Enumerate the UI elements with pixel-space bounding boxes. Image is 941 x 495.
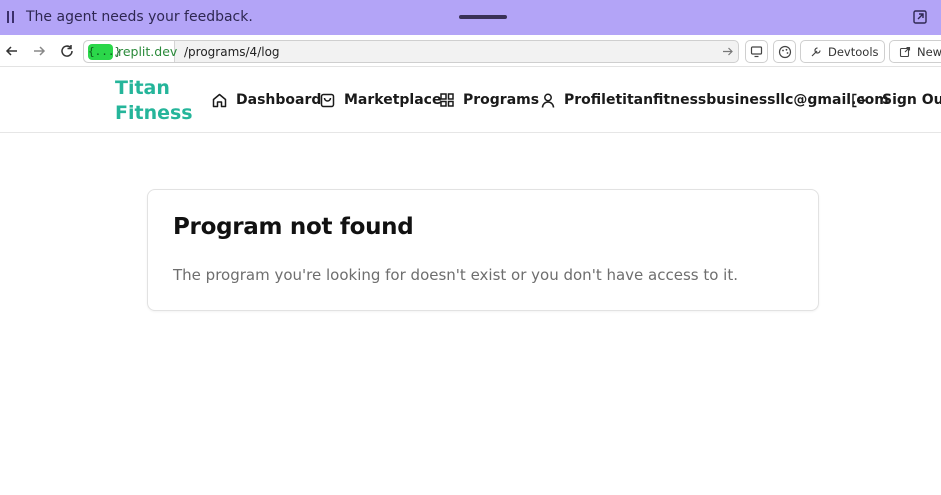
nav-programs-label: Programs bbox=[463, 92, 540, 108]
card-title: Program not found bbox=[173, 214, 414, 240]
nav-marketplace[interactable]: Marketplace bbox=[319, 90, 441, 110]
url-domain: {...} .replit.dev bbox=[84, 41, 178, 62]
popout-icon[interactable] bbox=[912, 9, 928, 25]
url-badge: {...} bbox=[88, 44, 122, 60]
wrench-icon bbox=[811, 46, 821, 56]
pause-icon[interactable] bbox=[7, 11, 15, 23]
url-host: .replit.dev bbox=[114, 44, 178, 59]
brand-logo[interactable]: Titan Fitness bbox=[115, 76, 193, 126]
user-icon bbox=[541, 93, 555, 108]
go-arrow-icon[interactable] bbox=[721, 45, 734, 58]
url-path[interactable]: /programs/4/log bbox=[184, 45, 280, 59]
brand-line-2: Fitness bbox=[115, 102, 193, 124]
reload-icon[interactable] bbox=[59, 43, 75, 59]
palette-icon bbox=[778, 45, 791, 58]
nav-dashboard[interactable]: Dashboard bbox=[211, 90, 321, 110]
home-icon bbox=[212, 93, 227, 107]
nav-profile-label: Profiletitanfitnessbusinessllc@gmail.com bbox=[564, 92, 889, 108]
drag-handle[interactable] bbox=[459, 15, 507, 19]
devtools-label: Devtools bbox=[828, 44, 879, 59]
sign-out-button[interactable]: Sign Out bbox=[850, 90, 941, 110]
new-tab-button[interactable]: New bbox=[889, 40, 941, 63]
address-bar[interactable]: {...} .replit.dev /programs/4/log bbox=[83, 40, 739, 63]
forward-arrow-icon[interactable] bbox=[31, 43, 47, 59]
screen-button[interactable] bbox=[745, 40, 768, 63]
nav-dashboard-label: Dashboard bbox=[236, 92, 322, 108]
log-out-icon bbox=[852, 93, 866, 107]
grid-icon bbox=[440, 93, 454, 107]
brand-line-1: Titan bbox=[115, 77, 170, 99]
nav-marketplace-label: Marketplace bbox=[344, 92, 442, 108]
external-link-icon bbox=[899, 46, 911, 57]
card-description: The program you're looking for doesn't e… bbox=[173, 266, 738, 284]
theme-button[interactable] bbox=[773, 40, 796, 63]
monitor-icon bbox=[750, 46, 763, 58]
nav-programs[interactable]: Programs bbox=[439, 90, 539, 110]
devtools-button[interactable]: Devtools bbox=[800, 40, 885, 63]
app-header: Titan Fitness Dashboard Marketplace Prog… bbox=[0, 68, 941, 133]
new-tab-label: New bbox=[917, 44, 941, 59]
nav-profile[interactable]: Profiletitanfitnessbusinessllc@gmail.com bbox=[540, 90, 889, 110]
agent-message: The agent needs your feedback. bbox=[26, 9, 253, 25]
sign-out-label: Sign Out bbox=[882, 92, 941, 108]
back-arrow-icon[interactable] bbox=[4, 43, 20, 59]
agent-feedback-banner: The agent needs your feedback. bbox=[0, 0, 941, 35]
browser-toolbar: {...} .replit.dev /programs/4/log Devtoo… bbox=[0, 35, 941, 67]
shopping-bag-icon bbox=[320, 93, 335, 107]
not-found-card: Program not found The program you're loo… bbox=[147, 189, 819, 311]
